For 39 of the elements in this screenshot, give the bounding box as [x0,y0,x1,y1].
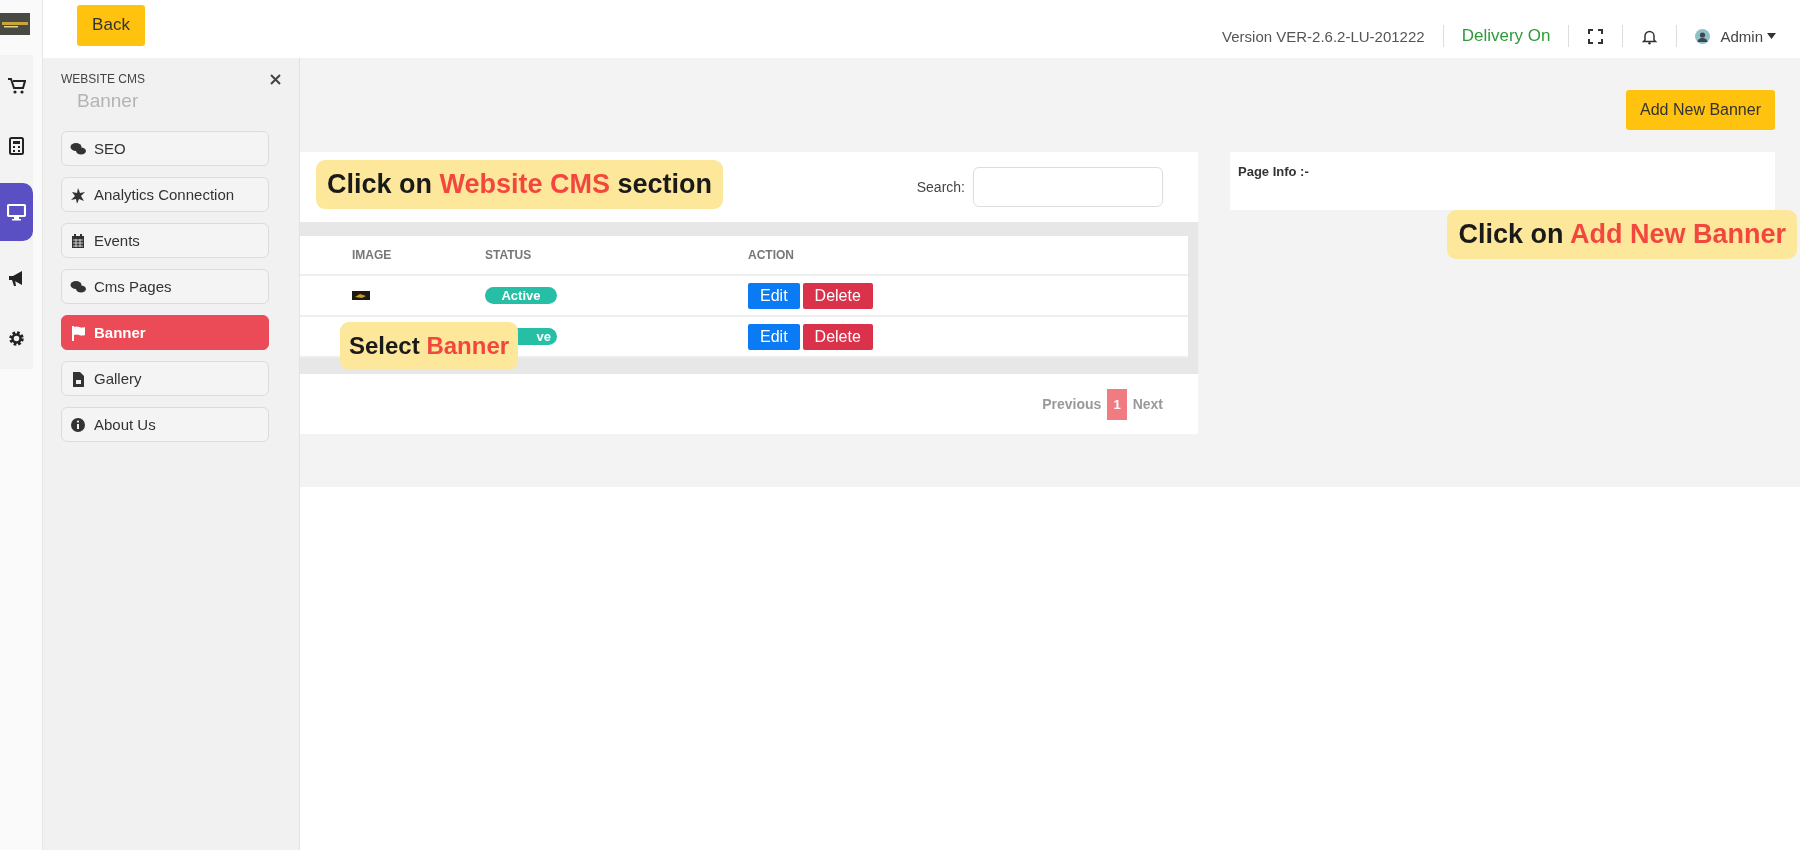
back-button[interactable]: Back [77,4,145,46]
sidebar-item[interactable]: Analytics Connection [61,177,269,212]
search-label: Search: [916,179,965,195]
callout-tip: Click on Website CMS section [316,160,724,209]
avatar-icon[interactable] [1695,28,1711,44]
caret-icon[interactable] [1767,33,1776,39]
sidebar-item[interactable]: Gallery [61,361,269,396]
file-icon [70,370,86,387]
status-badge: Active [485,287,557,304]
calendar-icon [70,232,86,249]
monitor-icon[interactable] [0,183,33,241]
add-banner-button[interactable]: Add New Banner [1626,90,1775,130]
sidebar-item[interactable]: About Us [61,407,269,442]
column-header: STATUS [485,248,533,262]
delete-button[interactable]: Delete [802,282,873,309]
info-icon [70,416,86,433]
version-label: Version VER-2.6.2-LU-201222 [1222,27,1425,45]
column-header: ACTION [748,248,795,262]
sidebar-item[interactable]: Banner [61,315,269,350]
page-info-title: Page Info :- [1238,164,1309,179]
sidebar-item[interactable]: Cms Pages [61,269,269,304]
edit-button[interactable]: Edit [748,282,800,309]
column-header: IMAGE [352,248,393,262]
user-menu[interactable]: Admin [1720,27,1763,45]
close-icon[interactable] [270,73,281,85]
sidebar-item[interactable]: SEO [61,131,269,166]
sidebar-item[interactable]: Events [61,223,269,258]
callout-tip: Click on Add New Banner [1447,210,1797,259]
search-field[interactable] [973,167,1163,207]
page-title: Banner [77,90,140,112]
comments-icon [70,140,86,157]
callout-tip: Select Banner [340,322,519,370]
delivery-status[interactable]: Delivery On [1461,26,1551,46]
delete-button[interactable]: Delete [802,323,873,350]
sidebar-title: WEBSITE CMS [61,72,145,86]
edit-button[interactable]: Edit [748,323,800,350]
flag-icon [70,324,86,341]
comments-icon [70,278,86,295]
fullscreen-icon[interactable] [1587,27,1605,45]
